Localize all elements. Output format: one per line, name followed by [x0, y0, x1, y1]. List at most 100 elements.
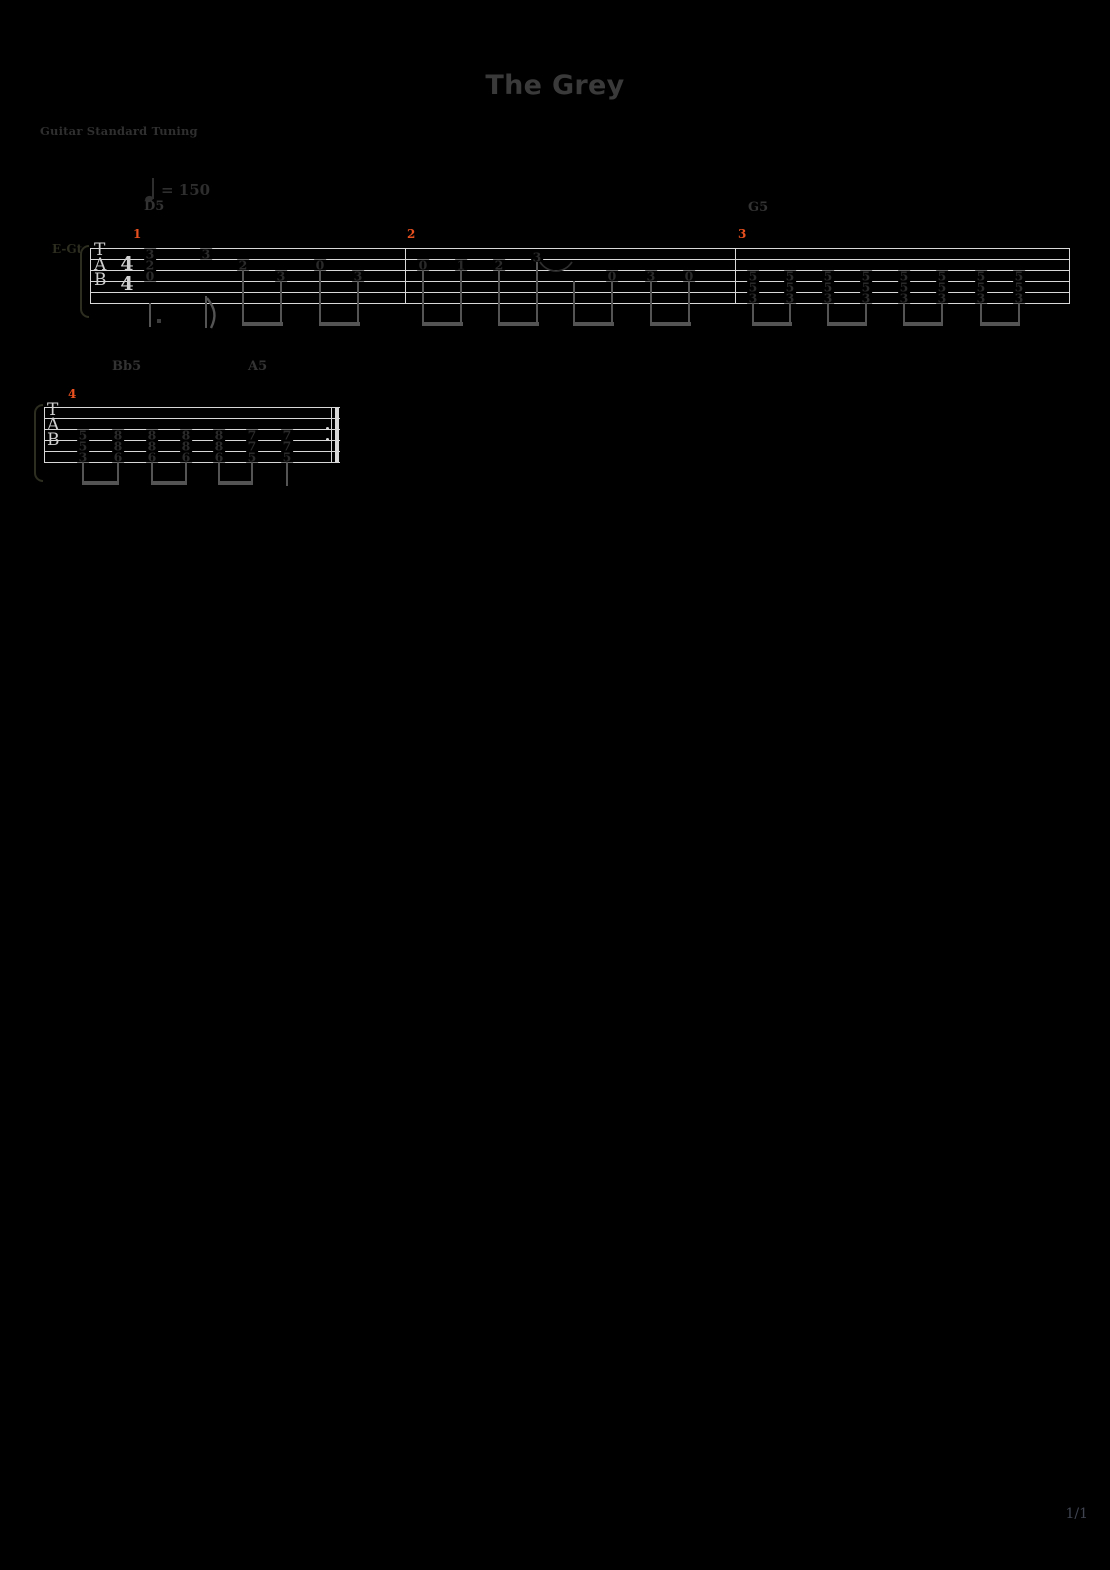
time-signature: 4 4 — [119, 254, 135, 294]
page-number: 1/1 — [1065, 1506, 1088, 1522]
note-stem — [117, 462, 119, 482]
time-sig-numerator: 4 — [120, 253, 134, 275]
staff-line-2 — [44, 418, 340, 419]
note-beam — [827, 322, 867, 326]
fret-number: 2 — [237, 257, 249, 273]
fret-number: 0 — [144, 268, 156, 284]
note-stem — [688, 281, 690, 323]
fret-number: 3 — [352, 268, 364, 284]
system-brace — [80, 245, 89, 318]
note-stem — [185, 462, 187, 482]
tuning-label: Guitar Standard Tuning — [40, 124, 198, 138]
fret-number: 3 — [898, 290, 910, 306]
fret-number: 0 — [314, 257, 326, 273]
note-stem — [1018, 303, 1020, 323]
chord-name-g5: G5 — [748, 200, 769, 215]
note-beam — [319, 322, 360, 326]
note-stem — [498, 270, 500, 323]
note-stem — [980, 303, 982, 323]
fret-number: 0 — [417, 257, 429, 273]
note-stem — [573, 281, 575, 323]
note-stem — [218, 462, 220, 482]
note-stem — [827, 303, 829, 323]
tie-slur-icon — [539, 261, 573, 272]
rest-mark — [157, 319, 161, 323]
note-stem — [82, 462, 84, 482]
fret-number: 3 — [747, 290, 759, 306]
note-stem — [789, 303, 791, 323]
tempo-value: = 150 — [161, 181, 211, 199]
track-label-e-gt: E-Gt — [52, 242, 83, 256]
note-stem — [242, 270, 244, 323]
staff-line-6 — [90, 303, 1070, 304]
fret-number: 3 — [784, 290, 796, 306]
staff-line-4 — [90, 281, 1070, 282]
fret-number: 6 — [146, 449, 158, 465]
note-stem — [611, 281, 613, 323]
note-beam — [151, 481, 187, 485]
repeat-thin-line — [331, 407, 332, 463]
note-stem — [941, 303, 943, 323]
measure-number-4: 4 — [68, 387, 77, 401]
fret-number: 5 — [281, 449, 293, 465]
fret-number: 6 — [213, 449, 225, 465]
staff-line-1 — [44, 407, 340, 408]
measure-number-3: 3 — [738, 227, 747, 241]
staff-line-5 — [90, 292, 1070, 293]
fret-number: 0 — [683, 268, 695, 284]
note-beam — [422, 322, 463, 326]
note-beam — [218, 481, 253, 485]
fret-number: 3 — [936, 290, 948, 306]
staff-line-1 — [90, 248, 1070, 249]
chord-name-bb5: Bb5 — [112, 359, 142, 374]
fret-number: 1 — [455, 257, 467, 273]
measure-number-2: 2 — [407, 227, 416, 241]
note-stem — [280, 281, 282, 323]
eighth-flag-icon — [206, 297, 216, 329]
note-stem — [865, 303, 867, 323]
note-beam — [498, 322, 539, 326]
barline-start — [44, 407, 45, 463]
barline-m2-end — [735, 248, 736, 304]
chord-name-d5: D5 — [144, 199, 165, 214]
chord-name-a5: A5 — [248, 359, 268, 374]
fret-number: 3 — [975, 290, 987, 306]
note-beam — [752, 322, 792, 326]
note-beam — [573, 322, 614, 326]
system-brace — [34, 404, 43, 482]
note-stem — [251, 462, 253, 482]
fret-number: 3 — [645, 268, 657, 284]
barline-m3-end — [1069, 248, 1070, 304]
fret-number: 3 — [200, 246, 212, 262]
repeat-thick-line — [335, 407, 339, 463]
note-beam — [242, 322, 283, 326]
fret-number: 5 — [246, 449, 258, 465]
note-stem — [650, 281, 652, 323]
time-sig-denominator: 4 — [120, 273, 134, 295]
tab-clef-b: B — [47, 430, 60, 450]
note-beam — [903, 322, 943, 326]
note-stem — [752, 303, 754, 323]
note-beam — [82, 481, 119, 485]
tab-clef-b: B — [94, 270, 107, 290]
note-stem — [357, 281, 359, 323]
note-stem — [149, 303, 151, 327]
fret-number: 6 — [180, 449, 192, 465]
tab-clef: T A B — [94, 242, 107, 290]
barline-m1-end — [405, 248, 406, 304]
measure-number-1: 1 — [133, 227, 142, 241]
note-stem — [460, 270, 462, 323]
fret-number: 3 — [822, 290, 834, 306]
repeat-dot-upper — [326, 427, 329, 430]
fret-number: 6 — [112, 449, 124, 465]
sheet-music-page: The Grey Guitar Standard Tuning = 150 D5… — [0, 0, 1110, 1570]
note-stem — [151, 462, 153, 482]
fret-number: 2 — [493, 257, 505, 273]
note-beam — [650, 322, 691, 326]
note-stem — [422, 270, 424, 323]
page-title: The Grey — [485, 70, 625, 101]
fret-number: 3 — [1013, 290, 1025, 306]
repeat-dot-lower — [326, 438, 329, 441]
fret-number: 3 — [275, 268, 287, 284]
note-stem — [286, 462, 288, 486]
